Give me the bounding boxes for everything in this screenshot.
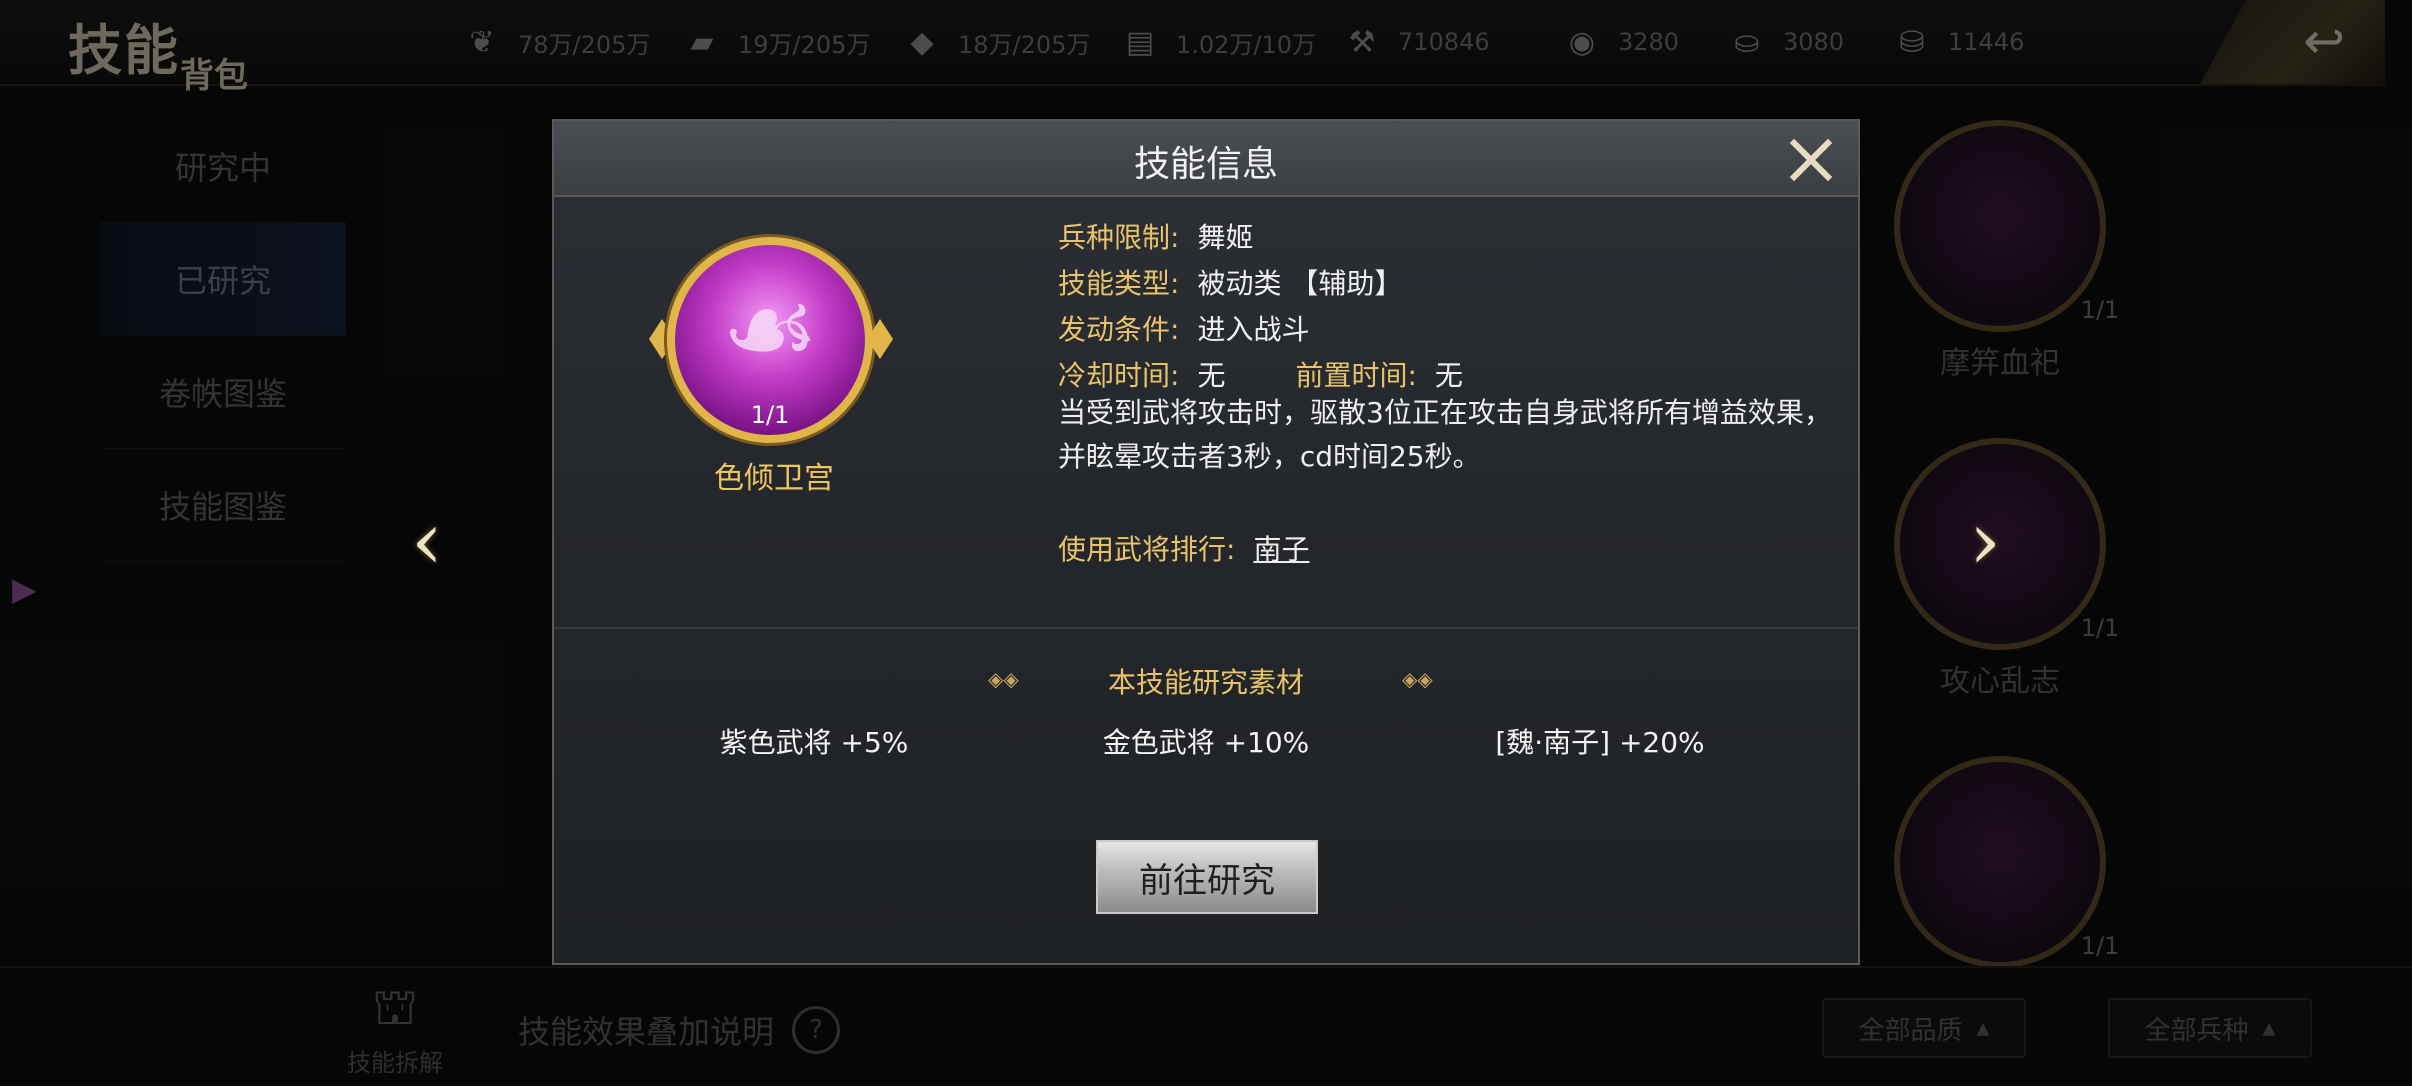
chevron-left-icon: ‹ xyxy=(411,493,443,587)
material-bonus: [魏·南子] +20% xyxy=(1495,726,1705,759)
divider xyxy=(554,627,1858,629)
skill-description: 当受到武将攻击时，驱散3位正在攻击自身武将所有增益效果，并眩晕攻击者3秒，cd时… xyxy=(1058,396,1832,473)
skill-icon-frame: ☙ 1/1 xyxy=(649,219,899,469)
skill-type-row: 技能类型: 被动类 【辅助】 xyxy=(1058,267,1403,300)
skill-attributes: 兵种限制: 舞姬 技能类型: 被动类 【辅助】 发动条件: 进入战斗 冷却时间:… xyxy=(1058,213,1838,397)
close-icon[interactable] xyxy=(1786,133,1836,183)
material-bonus: 紫色武将 +5% xyxy=(719,726,909,759)
skill-name: 色倾卫宫 xyxy=(714,461,834,496)
dialog-title: 技能信息 xyxy=(1133,144,1278,185)
ranking-link[interactable]: 南子 xyxy=(1253,528,1309,568)
dancer-skill-icon: ☙ 1/1 xyxy=(667,237,873,443)
chevron-right-icon: › xyxy=(1969,493,2001,587)
trigger-row: 发动条件: 进入战斗 xyxy=(1058,313,1310,346)
skill-info-dialog: 技能信息 ☙ 1/1 色倾卫宫 兵种限制: 舞姬 技能类型: 被动类 【辅助】 … xyxy=(552,119,1860,965)
general-ranking: 使用武将排行: 南子 xyxy=(1058,528,1309,568)
dialog-header: 技能信息 xyxy=(554,121,1858,197)
go-research-button[interactable]: 前往研究 xyxy=(1096,840,1318,914)
prev-skill-button[interactable]: ‹ xyxy=(402,494,452,587)
ornament-icon: ◈◈ xyxy=(1402,667,1433,691)
material-bonus: 金色武将 +10% xyxy=(1102,726,1310,759)
next-skill-button[interactable]: › xyxy=(1960,494,2010,587)
skill-level: 1/1 xyxy=(750,401,790,429)
materials-title: 本技能研究素材 xyxy=(1107,666,1304,699)
troop-limit-row: 兵种限制: 舞姬 xyxy=(1058,221,1254,254)
